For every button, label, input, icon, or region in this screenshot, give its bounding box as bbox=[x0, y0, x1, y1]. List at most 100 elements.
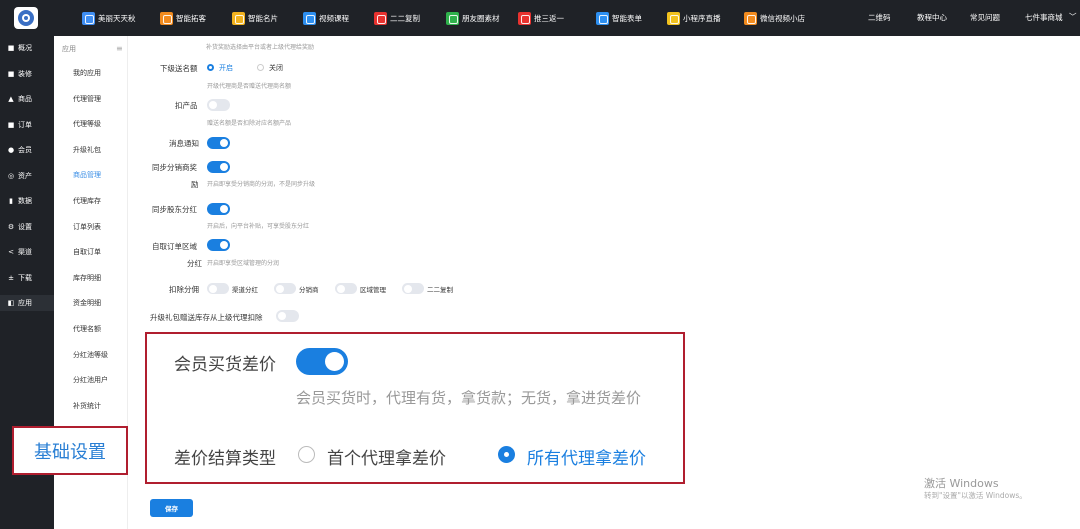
top-nav-label: 智能表单 bbox=[612, 13, 642, 23]
top-nav-label: 智能名片 bbox=[248, 13, 278, 23]
deduct-goods-hint: 赠送名额是否扣除对应名额产品 bbox=[207, 120, 292, 127]
sidebar-item-label: 应用 bbox=[18, 299, 32, 307]
sidebar-item[interactable]: ■ 装修 bbox=[0, 66, 54, 82]
save-button[interactable]: 保存 bbox=[150, 499, 193, 517]
settle-first-radio[interactable] bbox=[298, 446, 315, 463]
top-nav-item[interactable]: 二二复制 bbox=[374, 11, 420, 25]
app-icon bbox=[160, 11, 173, 25]
deduct-goods-toggle[interactable] bbox=[207, 99, 230, 111]
top-nav-label: 朋友圈素材 bbox=[462, 13, 500, 23]
submenu-item[interactable]: 代理库存 bbox=[73, 196, 101, 206]
sidebar-item[interactable]: ■ 订单 bbox=[0, 117, 54, 133]
top-nav-item[interactable]: 推三返一 bbox=[518, 11, 564, 25]
top-nav-label: 美丽天天秋 bbox=[98, 13, 136, 23]
sidebar-item-label: 概况 bbox=[18, 44, 32, 52]
submenu-item[interactable]: 库存明细 bbox=[73, 273, 101, 283]
quota-off-radio[interactable] bbox=[257, 64, 264, 71]
sidebar-item-label: 订单 bbox=[18, 120, 32, 129]
basic-settings-label[interactable]: 基础设置 bbox=[12, 426, 128, 475]
sidebar-item[interactable]: ● 会员 bbox=[0, 142, 54, 158]
submenu-item[interactable]: 商品管理 bbox=[73, 170, 101, 180]
top-nav-label: 视频课程 bbox=[319, 13, 349, 23]
settle-all-radio[interactable] bbox=[498, 446, 515, 463]
submenu-item[interactable]: 升级礼包 bbox=[73, 145, 101, 155]
top-nav-item[interactable]: 智能拓客 bbox=[160, 11, 206, 25]
sync-shareholder-label: 同步股东分红 bbox=[152, 205, 197, 214]
quota-on-radio[interactable] bbox=[207, 64, 214, 71]
notify-label: 消息通知 bbox=[169, 139, 199, 148]
submenu-item[interactable]: 自取订单 bbox=[73, 247, 101, 257]
app-icon bbox=[232, 11, 245, 25]
sync-shareholder-toggle[interactable] bbox=[207, 203, 230, 215]
sidebar-icon: ■ bbox=[7, 120, 15, 129]
menu-icon[interactable]: ≡ bbox=[116, 45, 123, 53]
top-nav-item[interactable]: 美丽天天秋 bbox=[82, 11, 136, 25]
sidebar-icon: < bbox=[8, 248, 14, 256]
sidebar-item[interactable]: ■ 概况 bbox=[0, 40, 54, 56]
settle-first-text[interactable]: 首个代理拿差价 bbox=[327, 444, 446, 469]
sidebar-item[interactable]: ◧ 应用 bbox=[0, 295, 54, 311]
top-hint: 补货奖励选择由平台或者上级代理给奖励 bbox=[206, 44, 315, 51]
sidebar-icon: ⚙ bbox=[7, 222, 15, 231]
faq-link[interactable]: 常见问题 bbox=[970, 12, 1000, 23]
submenu-item[interactable]: 代理名额 bbox=[73, 324, 101, 334]
app-icon bbox=[667, 11, 680, 25]
submenu-item[interactable]: 分红池用户 bbox=[73, 375, 108, 385]
split-channel-toggle[interactable] bbox=[207, 283, 229, 294]
sync-reward-toggle[interactable] bbox=[207, 161, 230, 173]
sidebar-item[interactable]: ▲ 商品 bbox=[0, 91, 54, 107]
quota-hint: 开级代理商是否赠送代理商名额 bbox=[207, 83, 292, 90]
chevron-down-icon[interactable]: ﹀ bbox=[1069, 11, 1077, 22]
upgrade-gift-label: 升级礼包赠送库存从上级代理扣除 bbox=[150, 313, 263, 322]
settle-all-text[interactable]: 所有代理拿差价 bbox=[527, 444, 646, 469]
split-copy-toggle[interactable] bbox=[402, 283, 424, 294]
split-copy-text: 二二复制 bbox=[427, 286, 453, 294]
top-nav-label: 推三返一 bbox=[534, 13, 564, 23]
quota-on-text[interactable]: 开启 bbox=[219, 63, 233, 73]
sidebar-icon: ◧ bbox=[7, 299, 15, 307]
app-icon bbox=[82, 11, 95, 25]
deduct-split-label: 扣除分佣 bbox=[169, 285, 199, 294]
notify-toggle[interactable] bbox=[207, 137, 230, 149]
submenu-item[interactable]: 资金明细 bbox=[73, 298, 101, 308]
windows-watermark-text: 转到"设置"以激活 Windows。 bbox=[924, 491, 1027, 500]
top-nav-item[interactable]: 智能名片 bbox=[232, 11, 278, 25]
app-icon bbox=[518, 11, 531, 25]
top-nav-item[interactable]: 朋友圈素材 bbox=[446, 11, 500, 25]
sidebar-icon: ▮ bbox=[9, 197, 13, 205]
sidebar-item[interactable]: ± 下载 bbox=[0, 270, 54, 286]
submenu-item[interactable]: 我的应用 bbox=[73, 68, 101, 78]
sidebar-icon: ▲ bbox=[8, 95, 14, 103]
top-nav-item[interactable]: 智能表单 bbox=[596, 11, 642, 25]
app-logo-icon[interactable] bbox=[14, 7, 38, 29]
top-nav-label: 微信视频小店 bbox=[760, 13, 805, 23]
sidebar-item[interactable]: ▮ 数据 bbox=[0, 193, 54, 209]
top-nav-item[interactable]: 视频课程 bbox=[303, 11, 349, 25]
top-nav-item[interactable]: 小程序直播 bbox=[667, 11, 721, 25]
sidebar-item-label: 数据 bbox=[18, 197, 32, 205]
submenu-header: 应用 bbox=[62, 45, 76, 53]
split-distributor-toggle[interactable] bbox=[274, 283, 296, 294]
split-region-text: 区域管理 bbox=[360, 286, 386, 294]
top-bar: 美丽天天秋 智能拓客 智能名片 视频课程 二二复制 朋友圈素材 推三返一 智能表单 小程序直播 微… bbox=[0, 0, 1080, 36]
app-icon bbox=[374, 11, 387, 25]
app-icon bbox=[303, 11, 316, 25]
submenu-item[interactable]: 补货统计 bbox=[73, 401, 101, 411]
submenu-item[interactable]: 代理管理 bbox=[73, 94, 101, 104]
top-nav-item[interactable]: 微信视频小店 bbox=[744, 11, 805, 25]
submenu-item[interactable]: 代理等级 bbox=[73, 119, 101, 129]
submenu-item[interactable]: 订单列表 bbox=[73, 222, 101, 232]
upgrade-gift-toggle[interactable] bbox=[276, 310, 299, 322]
submenu-item[interactable]: 分红池等级 bbox=[73, 350, 108, 360]
sidebar-item-label: 渠道 bbox=[18, 248, 32, 256]
quota-off-text[interactable]: 关闭 bbox=[269, 63, 283, 73]
member-diff-toggle[interactable] bbox=[296, 348, 348, 375]
sidebar-item[interactable]: < 渠道 bbox=[0, 244, 54, 260]
sidebar-item[interactable]: ◎ 资产 bbox=[0, 168, 54, 184]
tutorial-link[interactable]: 教程中心 bbox=[917, 12, 947, 23]
store-link[interactable]: 七件事商城 bbox=[1025, 12, 1063, 23]
qrcode-link[interactable]: 二维码 bbox=[868, 12, 891, 23]
sidebar-item[interactable]: ⚙ 设置 bbox=[0, 219, 54, 235]
split-region-toggle[interactable] bbox=[335, 283, 357, 294]
self-pickup-toggle[interactable] bbox=[207, 239, 230, 251]
